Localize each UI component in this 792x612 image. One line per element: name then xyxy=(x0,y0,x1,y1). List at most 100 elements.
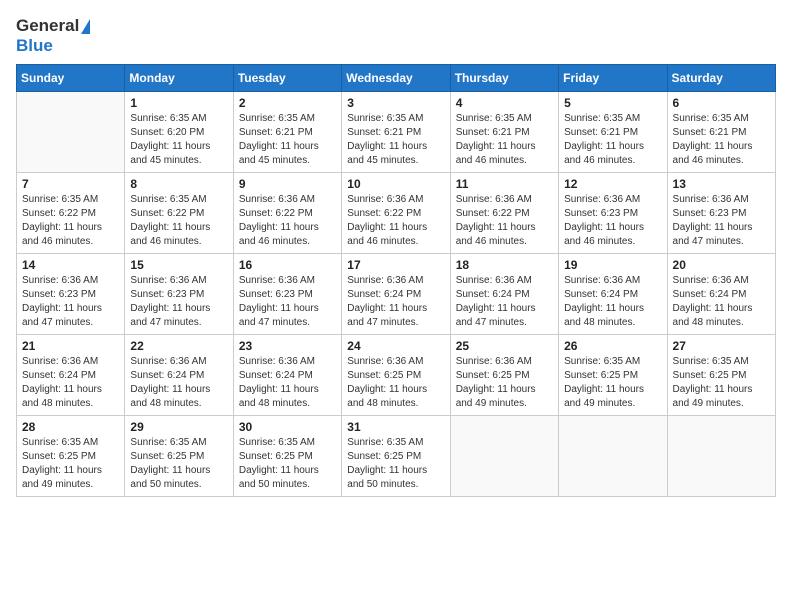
calendar-cell xyxy=(17,92,125,173)
day-number: 19 xyxy=(564,258,661,272)
logo: General Blue xyxy=(16,16,90,56)
day-number: 20 xyxy=(673,258,770,272)
calendar-cell: 16 Sunrise: 6:36 AM Sunset: 6:23 PM Dayli… xyxy=(233,254,341,335)
day-detail: Sunrise: 6:36 AM Sunset: 6:24 PM Dayligh… xyxy=(564,274,661,330)
day-detail: Sunrise: 6:36 AM Sunset: 6:24 PM Dayligh… xyxy=(22,355,119,411)
day-number: 26 xyxy=(564,339,661,353)
day-detail: Sunrise: 6:35 AM Sunset: 6:22 PM Dayligh… xyxy=(22,193,119,249)
calendar-week-row: 21 Sunrise: 6:36 AM Sunset: 6:24 PM Dayli… xyxy=(17,335,776,416)
day-detail: Sunrise: 6:35 AM Sunset: 6:25 PM Dayligh… xyxy=(239,436,336,492)
calendar-cell: 12Sunrise: 6:36 AM Sunset: 6:23 PM Dayli… xyxy=(559,173,667,254)
day-detail: Sunrise: 6:35 AM Sunset: 6:21 PM Dayligh… xyxy=(239,112,336,168)
day-number: 17 xyxy=(347,258,444,272)
calendar-cell xyxy=(559,416,667,497)
day-number: 25 xyxy=(456,339,553,353)
day-number: 13 xyxy=(673,177,770,191)
day-number: 30 xyxy=(239,420,336,434)
calendar-cell: 30 Sunrise: 6:35 AM Sunset: 6:25 PM Dayli… xyxy=(233,416,341,497)
calendar-cell: 2 Sunrise: 6:35 AM Sunset: 6:21 PM Daylig… xyxy=(233,92,341,173)
day-number: 9 xyxy=(239,177,336,191)
day-number: 10 xyxy=(347,177,444,191)
day-number: 28 xyxy=(22,420,119,434)
day-detail: Sunrise: 6:35 AM Sunset: 6:25 PM Dayligh… xyxy=(22,436,119,492)
calendar-cell: 4 Sunrise: 6:35 AM Sunset: 6:21 PM Daylig… xyxy=(450,92,558,173)
day-number: 24 xyxy=(347,339,444,353)
calendar-cell: 20Sunrise: 6:36 AM Sunset: 6:24 PM Dayli… xyxy=(667,254,775,335)
day-detail: Sunrise: 6:35 AM Sunset: 6:21 PM Dayligh… xyxy=(673,112,770,168)
calendar-cell: 23Sunrise: 6:36 AM Sunset: 6:24 PM Dayli… xyxy=(233,335,341,416)
calendar-cell: 29 Sunrise: 6:35 AM Sunset: 6:25 PM Dayli… xyxy=(125,416,233,497)
day-detail: Sunrise: 6:35 AM Sunset: 6:25 PM Dayligh… xyxy=(673,355,770,411)
calendar-cell: 3 Sunrise: 6:35 AM Sunset: 6:21 PM Daylig… xyxy=(342,92,450,173)
calendar-cell xyxy=(450,416,558,497)
calendar-table: SundayMondayTuesdayWednesdayThursdayFrid… xyxy=(16,64,776,497)
calendar-cell: 9 Sunrise: 6:36 AM Sunset: 6:22 PM Daylig… xyxy=(233,173,341,254)
day-detail: Sunrise: 6:36 AM Sunset: 6:25 PM Dayligh… xyxy=(456,355,553,411)
day-number: 11 xyxy=(456,177,553,191)
calendar-cell: 19 Sunrise: 6:36 AM Sunset: 6:24 PM Dayli… xyxy=(559,254,667,335)
day-number: 29 xyxy=(130,420,227,434)
day-number: 6 xyxy=(673,96,770,110)
day-detail: Sunrise: 6:35 AM Sunset: 6:20 PM Dayligh… xyxy=(130,112,227,168)
day-number: 23 xyxy=(239,339,336,353)
calendar-cell: 18 Sunrise: 6:36 AM Sunset: 6:24 PM Dayli… xyxy=(450,254,558,335)
day-number: 16 xyxy=(239,258,336,272)
calendar-cell: 6 Sunrise: 6:35 AM Sunset: 6:21 PM Daylig… xyxy=(667,92,775,173)
day-of-week-header: Friday xyxy=(559,65,667,92)
calendar-cell: 15Sunrise: 6:36 AM Sunset: 6:23 PM Dayli… xyxy=(125,254,233,335)
calendar-cell: 7 Sunrise: 6:35 AM Sunset: 6:22 PM Daylig… xyxy=(17,173,125,254)
day-of-week-header: Thursday xyxy=(450,65,558,92)
calendar-week-row: 7 Sunrise: 6:35 AM Sunset: 6:22 PM Daylig… xyxy=(17,173,776,254)
calendar-week-row: 14 Sunrise: 6:36 AM Sunset: 6:23 PM Dayli… xyxy=(17,254,776,335)
day-of-week-header: Saturday xyxy=(667,65,775,92)
calendar-week-row: 28 Sunrise: 6:35 AM Sunset: 6:25 PM Dayli… xyxy=(17,416,776,497)
calendar-cell: 24 Sunrise: 6:36 AM Sunset: 6:25 PM Dayli… xyxy=(342,335,450,416)
day-number: 15 xyxy=(130,258,227,272)
calendar-cell: 14 Sunrise: 6:36 AM Sunset: 6:23 PM Dayli… xyxy=(17,254,125,335)
day-detail: Sunrise: 6:36 AM Sunset: 6:24 PM Dayligh… xyxy=(347,274,444,330)
calendar-cell: 5 Sunrise: 6:35 AM Sunset: 6:21 PM Daylig… xyxy=(559,92,667,173)
day-detail: Sunrise: 6:36 AM Sunset: 6:23 PM Dayligh… xyxy=(22,274,119,330)
calendar-cell: 22 Sunrise: 6:36 AM Sunset: 6:24 PM Dayli… xyxy=(125,335,233,416)
day-number: 22 xyxy=(130,339,227,353)
calendar-cell: 26Sunrise: 6:35 AM Sunset: 6:25 PM Dayli… xyxy=(559,335,667,416)
day-detail: Sunrise: 6:35 AM Sunset: 6:21 PM Dayligh… xyxy=(347,112,444,168)
day-number: 14 xyxy=(22,258,119,272)
day-detail: Sunrise: 6:35 AM Sunset: 6:22 PM Dayligh… xyxy=(130,193,227,249)
day-number: 8 xyxy=(130,177,227,191)
day-detail: Sunrise: 6:35 AM Sunset: 6:21 PM Dayligh… xyxy=(456,112,553,168)
calendar-cell: 10 Sunrise: 6:36 AM Sunset: 6:22 PM Dayli… xyxy=(342,173,450,254)
day-detail: Sunrise: 6:36 AM Sunset: 6:23 PM Dayligh… xyxy=(239,274,336,330)
calendar-header-row: SundayMondayTuesdayWednesdayThursdayFrid… xyxy=(17,65,776,92)
page-header: General Blue xyxy=(16,16,776,56)
calendar-cell: 31Sunrise: 6:35 AM Sunset: 6:25 PM Dayli… xyxy=(342,416,450,497)
calendar-week-row: 1 Sunrise: 6:35 AM Sunset: 6:20 PM Daylig… xyxy=(17,92,776,173)
day-of-week-header: Sunday xyxy=(17,65,125,92)
calendar-cell: 13Sunrise: 6:36 AM Sunset: 6:23 PM Dayli… xyxy=(667,173,775,254)
day-detail: Sunrise: 6:36 AM Sunset: 6:25 PM Dayligh… xyxy=(347,355,444,411)
day-number: 3 xyxy=(347,96,444,110)
day-detail: Sunrise: 6:36 AM Sunset: 6:24 PM Dayligh… xyxy=(456,274,553,330)
calendar-cell: 28 Sunrise: 6:35 AM Sunset: 6:25 PM Dayli… xyxy=(17,416,125,497)
logo-blue: Blue xyxy=(16,36,53,56)
day-detail: Sunrise: 6:36 AM Sunset: 6:23 PM Dayligh… xyxy=(564,193,661,249)
day-number: 1 xyxy=(130,96,227,110)
day-detail: Sunrise: 6:36 AM Sunset: 6:22 PM Dayligh… xyxy=(239,193,336,249)
logo-general: General xyxy=(16,16,90,36)
day-detail: Sunrise: 6:36 AM Sunset: 6:24 PM Dayligh… xyxy=(130,355,227,411)
day-number: 18 xyxy=(456,258,553,272)
day-number: 5 xyxy=(564,96,661,110)
day-detail: Sunrise: 6:36 AM Sunset: 6:22 PM Dayligh… xyxy=(347,193,444,249)
calendar-cell: 27Sunrise: 6:35 AM Sunset: 6:25 PM Dayli… xyxy=(667,335,775,416)
day-number: 21 xyxy=(22,339,119,353)
day-number: 2 xyxy=(239,96,336,110)
day-detail: Sunrise: 6:35 AM Sunset: 6:25 PM Dayligh… xyxy=(130,436,227,492)
day-number: 7 xyxy=(22,177,119,191)
calendar-cell: 8 Sunrise: 6:35 AM Sunset: 6:22 PM Daylig… xyxy=(125,173,233,254)
calendar-cell: 17 Sunrise: 6:36 AM Sunset: 6:24 PM Dayli… xyxy=(342,254,450,335)
day-detail: Sunrise: 6:35 AM Sunset: 6:25 PM Dayligh… xyxy=(347,436,444,492)
day-of-week-header: Tuesday xyxy=(233,65,341,92)
day-of-week-header: Monday xyxy=(125,65,233,92)
day-number: 4 xyxy=(456,96,553,110)
day-detail: Sunrise: 6:35 AM Sunset: 6:21 PM Dayligh… xyxy=(564,112,661,168)
